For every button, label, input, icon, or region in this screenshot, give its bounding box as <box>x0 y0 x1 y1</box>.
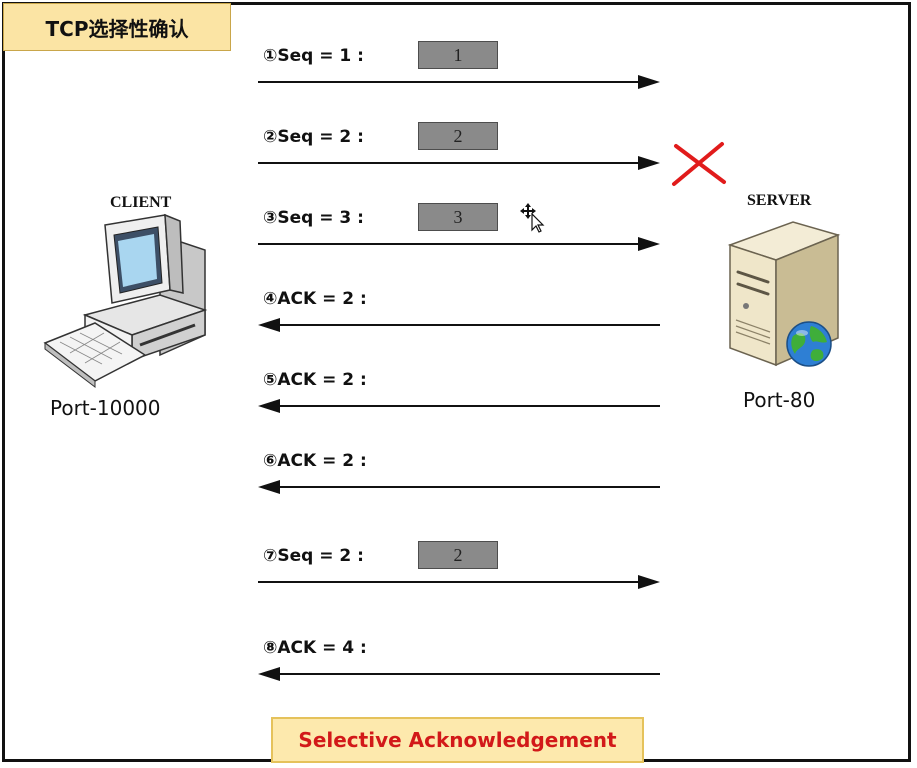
server-port-label: Port-80 <box>743 388 816 412</box>
message-arrow-head <box>638 575 660 589</box>
message-arrow-head <box>638 75 660 89</box>
message-label: ③Seq = 3 : <box>263 208 364 228</box>
message-arrow-head <box>258 667 280 681</box>
message-arrow-head <box>258 480 280 494</box>
client-port-label: Port-10000 <box>50 396 161 420</box>
message-label: ②Seq = 2 : <box>263 127 364 147</box>
desktop-computer-icon <box>43 213 208 389</box>
message-arrow-head <box>258 318 280 332</box>
packet-box: 2 <box>418 541 498 569</box>
server-name: SERVER <box>747 192 812 209</box>
packet-box: 1 <box>418 41 498 69</box>
footer-caption: Selective Acknowledgement <box>271 717 644 763</box>
packet-box: 2 <box>418 122 498 150</box>
message-label: ①Seq = 1 : <box>263 46 364 66</box>
message-label: ⑦Seq = 2 : <box>263 546 364 566</box>
packet-box: 3 <box>418 203 498 231</box>
message-label: ⑤ACK = 2 : <box>263 370 367 390</box>
message-arrow-head <box>258 399 280 413</box>
message-arrow-head <box>638 156 660 170</box>
move-cursor-icon <box>520 203 545 233</box>
message-arrow-head <box>638 237 660 251</box>
x-mark-icon <box>672 142 726 186</box>
message-label: ④ACK = 2 : <box>263 289 367 309</box>
globe-icon <box>786 321 832 367</box>
message-label: ⑧ACK = 4 : <box>263 638 367 658</box>
message-label: ⑥ACK = 2 : <box>263 451 367 471</box>
